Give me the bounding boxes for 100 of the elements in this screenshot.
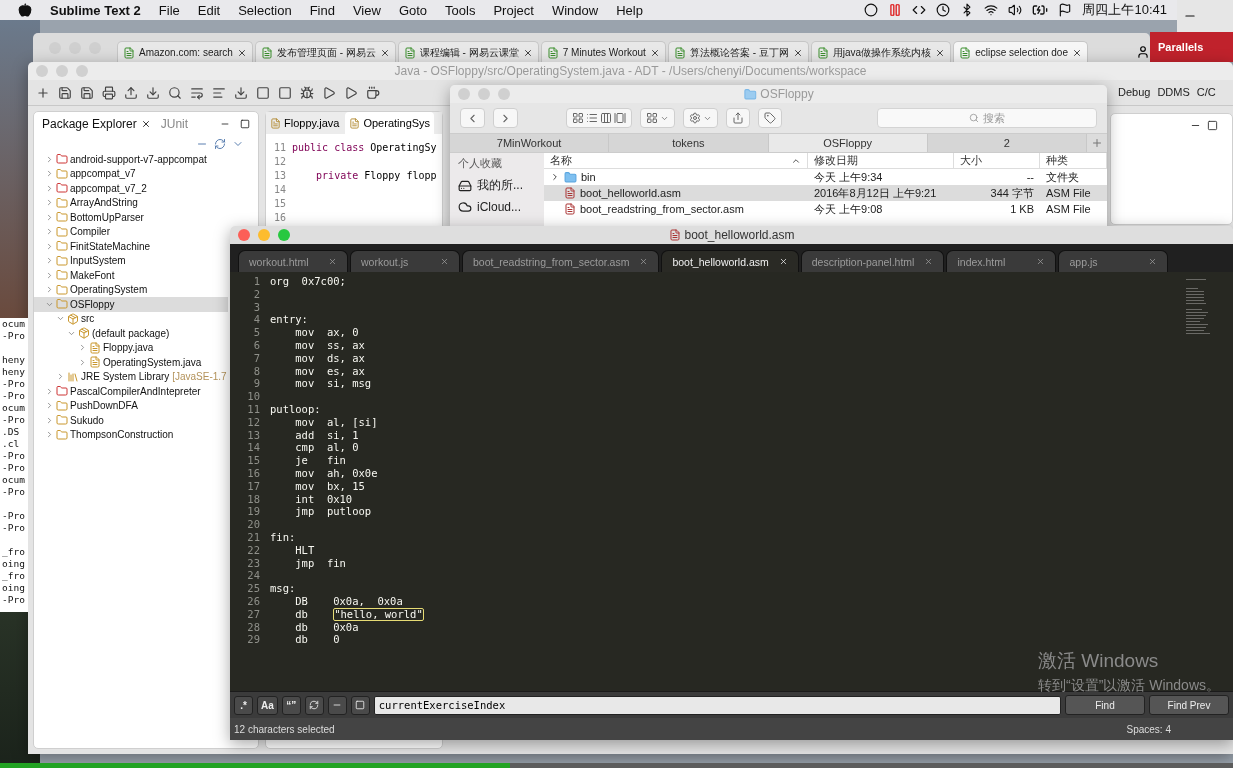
tree-item[interactable]: PascalCompilerAndIntepreter	[34, 384, 228, 399]
browser-tab[interactable]: 发布管理页面 - 网易云	[254, 41, 396, 63]
editor-tab[interactable]: description-panel.html	[800, 250, 945, 272]
menu-item[interactable]: Edit	[197, 2, 221, 18]
editor-tab[interactable]: boot_helloworld.asm	[661, 250, 799, 272]
apple-logo-icon[interactable]	[18, 3, 32, 17]
record-icon[interactable]	[864, 3, 879, 17]
editor-tab[interactable]: workout.js	[350, 250, 460, 272]
close-icon[interactable]	[792, 47, 803, 58]
code-icon[interactable]	[912, 3, 927, 17]
editor-tab[interactable]: app.js	[1058, 250, 1169, 272]
tree-item[interactable]: ArrayAndString	[34, 195, 228, 210]
volume-icon[interactable]	[1008, 3, 1023, 17]
tree-item[interactable]: Sukudo	[34, 413, 228, 428]
file-name-cell[interactable]: boot_readstring_from_sector.asm	[544, 201, 808, 217]
menu-item[interactable]: View	[352, 2, 381, 18]
tree-item[interactable]: Floppy.java	[34, 340, 228, 355]
print-icon[interactable]	[102, 85, 116, 100]
browser-tab[interactable]: Amazon.com: search	[117, 41, 253, 63]
battery-icon[interactable]	[1032, 2, 1049, 18]
download-icon[interactable]	[234, 85, 248, 100]
finder-tab[interactable]: tokens	[609, 134, 769, 152]
perspective-button[interactable]: C/C	[1196, 86, 1216, 98]
finder-tab[interactable]: 2	[927, 134, 1087, 152]
tree-item[interactable]: BottomUpParser	[34, 210, 228, 225]
find-button[interactable]: Find Prev	[1149, 695, 1229, 715]
maximize-icon[interactable]	[240, 119, 250, 129]
wrap-icon[interactable]	[190, 85, 204, 100]
clock-icon[interactable]	[936, 3, 951, 17]
browser-tab[interactable]: 课程编辑 - 网易云课堂	[397, 41, 539, 63]
back-button[interactable]	[460, 108, 485, 128]
column-header[interactable]: 修改日期	[808, 153, 954, 169]
column-header[interactable]: 名称	[544, 153, 808, 169]
editor-tab[interactable]: workout.html	[238, 250, 348, 272]
tree-item[interactable]: PushDownDFA	[34, 398, 228, 413]
tree-item[interactable]: FinitStateMachine	[34, 239, 228, 254]
column-header[interactable]: 种类	[1040, 153, 1107, 169]
menu-item[interactable]: Selection	[238, 2, 292, 18]
upload-icon[interactable]	[124, 85, 138, 100]
tree-item[interactable]: android-support-v7-appcompat	[34, 152, 228, 167]
tree-item[interactable]: MakeFont	[34, 268, 228, 283]
perspective-button[interactable]: Debug	[1118, 86, 1151, 98]
browser-tab[interactable]: 算法概论答案 - 豆丁网	[667, 41, 809, 63]
new-icon[interactable]	[36, 85, 50, 100]
editor-tab[interactable]: OperatingSys	[345, 112, 435, 134]
find-option-toggle[interactable]: .*	[234, 695, 253, 715]
pause-icon[interactable]	[888, 3, 903, 17]
find-input-field[interactable]: currentExerciseIndex	[373, 695, 1061, 715]
square-icon[interactable]	[278, 85, 292, 100]
save-icon[interactable]	[58, 85, 72, 100]
menu-item[interactable]: File	[158, 2, 180, 18]
menu-item[interactable]: Project	[493, 2, 534, 18]
close-icon[interactable]	[236, 47, 247, 58]
close-icon[interactable]	[140, 119, 151, 129]
action-button[interactable]	[683, 108, 718, 128]
sidebar-item[interactable]: iCloud...	[458, 200, 536, 214]
close-icon[interactable]	[778, 257, 788, 266]
tree-item[interactable]: InputSystem	[34, 253, 228, 268]
browser-tab[interactable]: 7 Minutes Workout	[540, 41, 666, 63]
align-icon[interactable]	[212, 85, 226, 100]
find-option-toggle[interactable]: Aa	[257, 695, 278, 715]
tree-item[interactable]: ThompsonConstruction	[34, 427, 228, 442]
tree-item[interactable]: appcompat_v7_2	[34, 181, 228, 196]
browser-tab[interactable]: 用java做操作系统内核	[810, 41, 952, 63]
highlight-toggle[interactable]	[350, 695, 370, 715]
close-icon[interactable]	[935, 47, 946, 58]
sidebar-item[interactable]: 我的所...	[458, 177, 536, 194]
close-icon[interactable]	[379, 47, 390, 58]
close-icon[interactable]	[1072, 47, 1082, 58]
forward-button[interactable]	[493, 108, 518, 128]
editor-tab[interactable]: index.html	[946, 250, 1057, 272]
play-icon[interactable]	[344, 85, 358, 100]
menu-item[interactable]: Find	[309, 2, 335, 18]
browser-tab[interactable]: eclipse selection doe	[953, 41, 1088, 63]
square-icon[interactable]	[256, 85, 270, 100]
perspective-button[interactable]: DDMS	[1157, 86, 1190, 98]
editor-tab[interactable]: boot_readstring_from_sector.asm	[462, 250, 660, 272]
finder-tab[interactable]: OSFloppy	[768, 134, 928, 152]
view-mode-control[interactable]	[566, 108, 632, 128]
app-menu[interactable]: Sublime Text 2	[50, 2, 141, 18]
tree-item[interactable]: JRE System Library [JavaSE-1.7	[34, 369, 228, 384]
cup-icon[interactable]	[366, 85, 380, 100]
tree-item[interactable]: appcompat_v7	[34, 166, 228, 181]
menu-clock[interactable]: 周四上午10:41	[1082, 1, 1167, 19]
menu-item[interactable]: Tools	[445, 2, 476, 18]
find-button[interactable]: Find	[1065, 695, 1145, 715]
play-icon[interactable]	[322, 85, 336, 100]
download-icon[interactable]	[146, 85, 160, 100]
bug-icon[interactable]	[300, 85, 314, 100]
view-tab[interactable]: JUnit	[160, 117, 189, 131]
menu-item[interactable]: Window	[551, 2, 599, 18]
search-icon[interactable]	[168, 85, 182, 100]
arrange-button[interactable]	[640, 108, 675, 128]
maximize-icon[interactable]	[1207, 120, 1218, 131]
file-name-cell[interactable]: bin	[544, 169, 808, 185]
indent-status[interactable]: Spaces: 4	[1126, 723, 1171, 735]
menu-item[interactable]: Goto	[398, 2, 428, 18]
finder-tab[interactable]: 7MinWorkout	[450, 134, 610, 152]
column-header[interactable]: 大小	[954, 153, 1040, 169]
menu-item[interactable]: Help	[616, 2, 643, 18]
